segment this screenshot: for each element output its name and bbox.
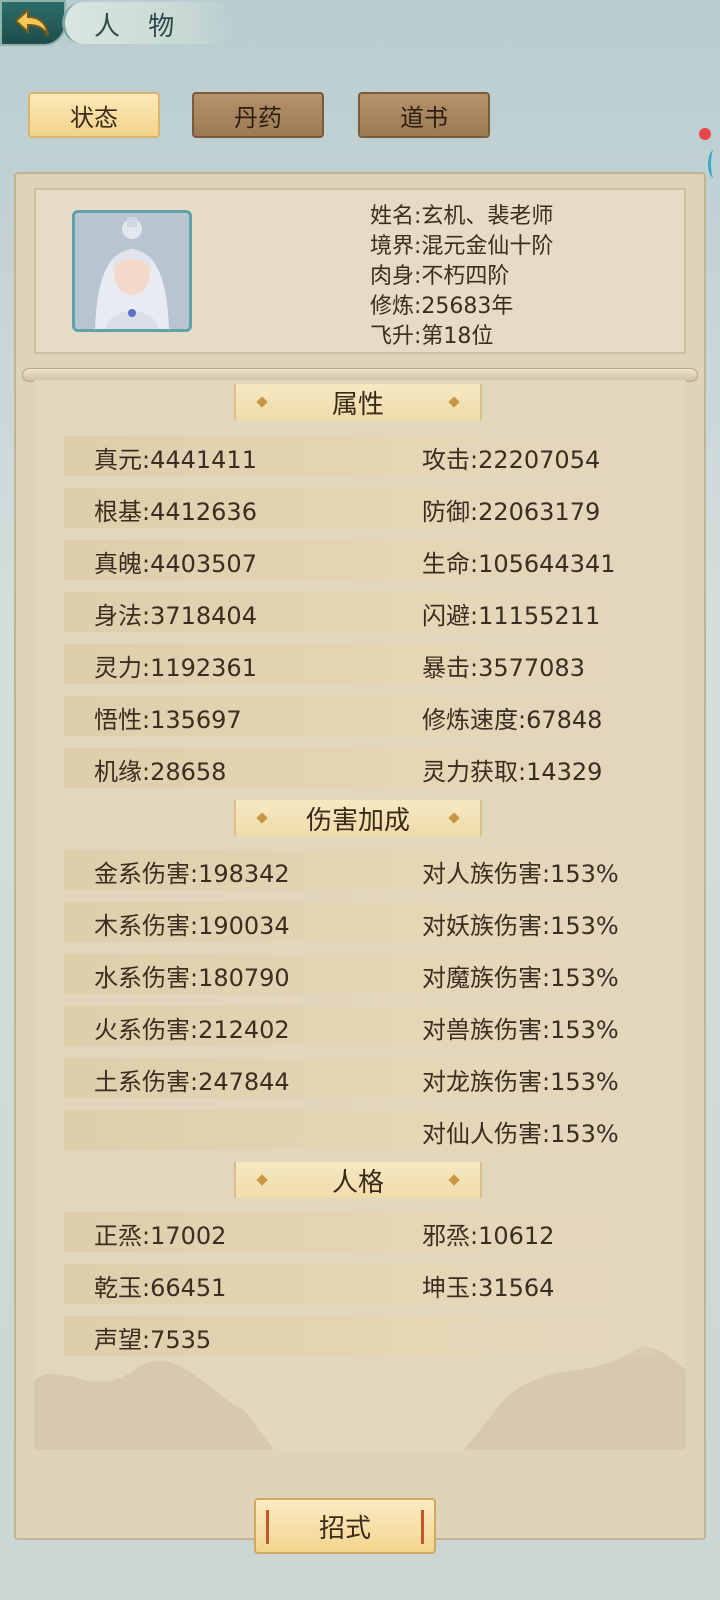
stat-right: 生命:105644341	[422, 550, 616, 578]
table-row: 金系伤害:198342 对人族伤害:153%	[64, 850, 656, 890]
character-portrait-icon	[75, 213, 189, 329]
tab-books[interactable]: 道书	[358, 92, 490, 138]
stat-right: 防御:22063179	[422, 498, 601, 526]
skills-button-label: 招式	[318, 1513, 371, 1544]
profile-body: 肉身:不朽四阶	[370, 264, 510, 289]
table-row: 真元:4441411 攻击:22207054	[64, 436, 656, 476]
stat-right: 对仙人伤害:153%	[422, 1120, 619, 1148]
section-label: 伤害加成	[305, 805, 410, 836]
page-title: 人 物	[94, 12, 185, 42]
stat-left: 机缘:28658	[94, 758, 227, 786]
diamond-icon	[448, 396, 460, 408]
section-title-damage: 伤害加成	[234, 800, 482, 836]
profile-info: 姓名:玄机、裴老师 境界:混元金仙十阶 肉身:不朽四阶 修炼:25683年 飞升…	[370, 202, 553, 352]
stat-right: 闪避:11155211	[422, 602, 601, 630]
button-bar-decoration	[421, 1510, 424, 1544]
back-arrow-icon	[14, 8, 49, 37]
stat-right: 对兽族伤害:153%	[422, 1016, 619, 1044]
skills-button[interactable]: 招式	[254, 1498, 436, 1554]
tab-pills-label: 丹药	[234, 103, 282, 132]
diamond-icon	[256, 812, 268, 824]
stat-left: 乾玉:66451	[94, 1274, 227, 1302]
section-label: 属性	[331, 389, 384, 420]
table-row: 土系伤害:247844 对龙族伤害:153%	[64, 1058, 656, 1098]
stat-right: 对妖族伤害:153%	[422, 912, 619, 940]
back-button[interactable]	[0, 0, 66, 46]
profile-realm: 境界:混元金仙十阶	[370, 234, 554, 259]
profile-name: 姓名:玄机、裴老师	[370, 204, 554, 229]
avatar[interactable]	[72, 210, 192, 332]
stat-left: 正烝:17002	[94, 1222, 227, 1250]
stat-right: 坤玉:31564	[422, 1274, 555, 1302]
profile-ascension: 飞升:第18位	[370, 324, 494, 349]
table-row: 灵力:1192361 暴击:3577083	[64, 644, 656, 684]
stat-left: 金系伤害:198342	[94, 860, 290, 888]
table-row: 火系伤害:212402 对兽族伤害:153%	[64, 1006, 656, 1046]
table-row: 水系伤害:180790 对魔族伤害:153%	[64, 954, 656, 994]
tab-status[interactable]: 状态	[28, 92, 160, 138]
profile-cultivation: 修炼:25683年	[370, 294, 514, 319]
table-row: 悟性:135697 修炼速度:67848	[64, 696, 656, 736]
table-row: 木系伤害:190034 对妖族伤害:153%	[64, 902, 656, 942]
diamond-icon	[448, 812, 460, 824]
stat-right: 对人族伤害:153%	[422, 860, 619, 888]
table-row: 身法:3718404 闪避:11155211	[64, 592, 656, 632]
tab-status-label: 状态	[70, 103, 118, 132]
stat-right: 邪烝:10612	[422, 1222, 555, 1250]
diamond-icon	[448, 1174, 460, 1186]
diamond-icon	[256, 1174, 268, 1186]
tab-pills[interactable]: 丹药	[192, 92, 324, 138]
stat-left: 根基:4412636	[94, 498, 257, 526]
stat-right: 暴击:3577083	[422, 654, 585, 682]
stat-left: 悟性:135697	[94, 706, 242, 734]
stat-left: 声望:7535	[94, 1326, 212, 1354]
table-row: 机缘:28658 灵力获取:14329	[64, 748, 656, 788]
stat-right: 灵力获取:14329	[422, 758, 603, 786]
button-bar-decoration	[266, 1510, 269, 1544]
section-title-personality: 人格	[234, 1162, 482, 1198]
table-row: 乾玉:66451 坤玉:31564	[64, 1264, 656, 1304]
stat-left: 身法:3718404	[94, 602, 257, 630]
table-row: 对仙人伤害:153%	[64, 1110, 656, 1150]
mountain-decoration	[34, 1340, 686, 1450]
stat-left: 土系伤害:247844	[94, 1068, 290, 1096]
stat-right: 攻击:22207054	[422, 446, 601, 474]
stat-left: 木系伤害:190034	[94, 912, 290, 940]
stat-left: 真元:4441411	[94, 446, 257, 474]
stat-left: 真魄:4403507	[94, 550, 257, 578]
table-row: 正烝:17002 邪烝:10612	[64, 1212, 656, 1252]
table-row: 声望:7535	[64, 1316, 656, 1356]
diamond-icon	[256, 396, 268, 408]
stat-left: 灵力:1192361	[94, 654, 257, 682]
stat-right: 对龙族伤害:153%	[422, 1068, 619, 1096]
side-handle[interactable]	[708, 150, 720, 178]
section-label: 人格	[331, 1167, 384, 1198]
table-row: 根基:4412636 防御:22063179	[64, 488, 656, 528]
stat-right: 对魔族伤害:153%	[422, 964, 619, 992]
tab-books-label: 道书	[400, 103, 448, 132]
header-bar: 人 物	[0, 0, 720, 50]
notification-dot	[699, 128, 711, 140]
section-title-attributes: 属性	[234, 384, 482, 420]
stat-left: 水系伤害:180790	[94, 964, 290, 992]
stat-right: 修炼速度:67848	[422, 706, 603, 734]
table-row: 真魄:4403507 生命:105644341	[64, 540, 656, 580]
stat-left: 火系伤害:212402	[94, 1016, 290, 1044]
